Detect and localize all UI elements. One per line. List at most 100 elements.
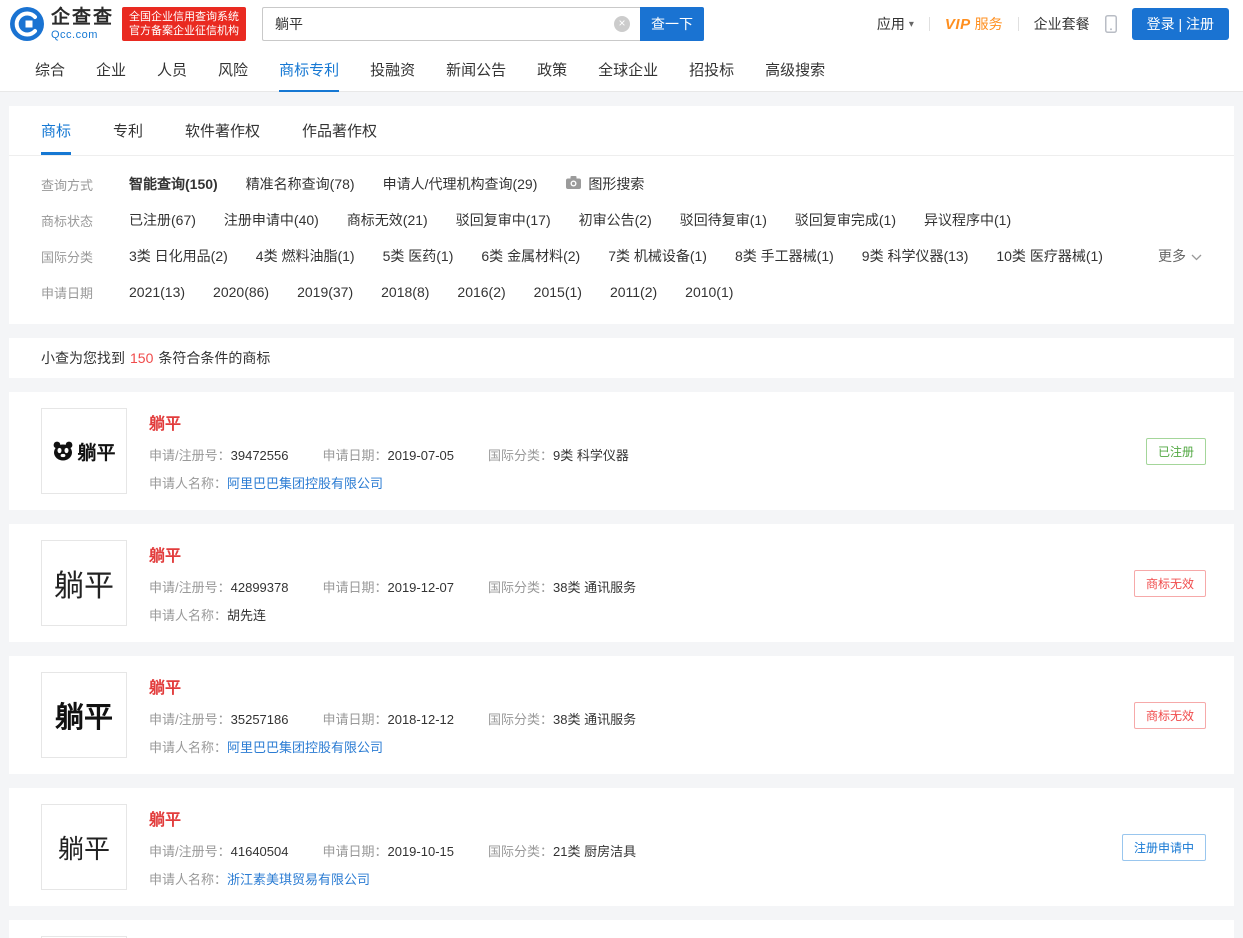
more-button[interactable]: 更多 xyxy=(1158,246,1202,266)
applicant-link[interactable]: 阿里巴巴集团控股有限公司 xyxy=(227,476,383,491)
clear-icon[interactable]: × xyxy=(614,16,631,32)
qcc-logo[interactable]: 企查查 Qcc.com xyxy=(10,7,114,41)
filter-option-class-3[interactable]: 3类 日化用品(2) xyxy=(129,246,228,266)
enterprise-package[interactable]: 企业套餐 xyxy=(1034,14,1090,34)
trademark-result-item: 躺平 躺平 申请/注册号：44218557 申请日期：2020-02-25 国际… xyxy=(9,920,1234,938)
nav-item-general[interactable]: 综合 xyxy=(35,48,65,92)
filter-option-class-6[interactable]: 6类 金属材料(2) xyxy=(481,246,580,266)
nav-item-investment[interactable]: 投融资 xyxy=(370,48,415,92)
filter-row-query-method: 查询方式 智能查询(150) 精准名称查询(78) 申请人/代理机构查询(29)… xyxy=(41,166,1202,202)
vip-label: 服务 xyxy=(974,16,1003,32)
filter-option-class-10[interactable]: 10类 医疗器械(1) xyxy=(996,246,1103,266)
filter-option-year-2018[interactable]: 2018(8) xyxy=(381,284,429,300)
applicant-field: 申请人名称：阿里巴巴集团控股有限公司 xyxy=(149,740,384,755)
filter-label: 国际分类 xyxy=(41,249,94,265)
filter-option-class-5[interactable]: 5类 医药(1) xyxy=(383,246,454,266)
mobile-phone-icon[interactable] xyxy=(1104,15,1117,33)
trademark-name[interactable]: 躺平 xyxy=(149,674,1118,698)
result-content: 躺平 申请/注册号：35257186 申请日期：2018-12-12 国际分类：… xyxy=(149,674,1118,756)
subtab-patent[interactable]: 专利 xyxy=(113,106,143,155)
filter-option-year-2019[interactable]: 2019(37) xyxy=(297,284,353,300)
trademark-name[interactable]: 躺平 xyxy=(149,806,1106,830)
summary-suffix: 条符合条件的商标 xyxy=(158,350,271,366)
filter-option-year-2020[interactable]: 2020(86) xyxy=(213,284,269,300)
filter-option-year-2016[interactable]: 2016(2) xyxy=(457,284,505,300)
intl-class-field: 国际分类：38类 通讯服务 xyxy=(487,580,637,595)
filter-label: 查询方式 xyxy=(41,177,94,193)
trademark-image[interactable]: 躺平 xyxy=(41,804,127,890)
divider xyxy=(1017,17,1019,31)
filter-option-exact-name[interactable]: 精准名称查询(78) xyxy=(246,174,355,194)
apply-date-field: 申请日期：2019-12-07 xyxy=(322,580,454,595)
applicant-field: 申请人名称：浙江素美琪贸易有限公司 xyxy=(149,872,371,887)
nav-item-global-company[interactable]: 全球企业 xyxy=(598,48,658,92)
filter-row-trademark-status: 商标状态 已注册(67) 注册申请中(40) 商标无效(21) 驳回复审中(17… xyxy=(41,202,1202,238)
nav-item-policy[interactable]: 政策 xyxy=(537,48,567,92)
summary-prefix: 小查为您找到 xyxy=(41,350,125,366)
applicant-field: 申请人名称：胡先连 xyxy=(149,608,267,623)
trademark-result-item: 躺平 躺平 申请/注册号：41640504 申请日期：2019-10-15 国际… xyxy=(9,788,1234,906)
subtab-trademark[interactable]: 商标 xyxy=(41,106,71,155)
reg-no-field: 申请/注册号：39472556 xyxy=(149,448,289,463)
applicant-field: 申请人名称：阿里巴巴集团控股有限公司 xyxy=(149,476,384,491)
trademark-result-item: 躺平 躺平 申请/注册号：35257186 申请日期：2018-12-12 国际… xyxy=(9,656,1234,774)
login-register-button[interactable]: 登录 | 注册 xyxy=(1131,8,1229,40)
nav-item-news[interactable]: 新闻公告 xyxy=(446,48,506,92)
filter-option-class-9[interactable]: 9类 科学仪器(13) xyxy=(862,246,969,266)
image-search-label: 图形搜索 xyxy=(588,176,645,192)
trademark-name[interactable]: 躺平 xyxy=(149,410,1130,434)
subtab-works-copyright[interactable]: 作品著作权 xyxy=(302,106,377,155)
logo-domain: Qcc.com xyxy=(51,28,98,41)
apps-menu[interactable]: 应用 ▾ xyxy=(877,14,914,34)
filter-option-year-2015[interactable]: 2015(1) xyxy=(534,284,582,300)
trademark-image[interactable]: 躺平 xyxy=(41,408,127,494)
intl-class-field: 国际分类：9类 科学仪器 xyxy=(487,448,629,463)
filter-option-class-4[interactable]: 4类 燃料油脂(1) xyxy=(256,246,355,266)
filter-option-smart-query[interactable]: 智能查询(150) xyxy=(129,174,218,194)
filter-option-year-2010[interactable]: 2010(1) xyxy=(685,284,733,300)
result-summary: 小查为您找到 150 条符合条件的商标 xyxy=(9,338,1234,378)
filter-option-applying[interactable]: 注册申请中(40) xyxy=(224,210,319,230)
filter-option-preliminary-notice[interactable]: 初审公告(2) xyxy=(579,210,652,230)
divider xyxy=(928,17,930,31)
filter-option-class-8[interactable]: 8类 手工器械(1) xyxy=(735,246,834,266)
nav-item-people[interactable]: 人员 xyxy=(157,48,187,92)
filter-option-year-2011[interactable]: 2011(2) xyxy=(610,284,657,300)
filter-option-review-complete[interactable]: 驳回复审完成(1) xyxy=(795,210,896,230)
applicant-link[interactable]: 浙江素美琪贸易有限公司 xyxy=(227,872,370,887)
filter-option-pending-review[interactable]: 驳回待复审(1) xyxy=(680,210,767,230)
filter-option-rejection-review[interactable]: 驳回复审中(17) xyxy=(456,210,551,230)
search-input[interactable] xyxy=(262,7,641,41)
filter-option-applicant-agency[interactable]: 申请人/代理机构查询(29) xyxy=(383,174,538,194)
trademark-image-text: 躺平 xyxy=(57,834,110,865)
trademark-image[interactable]: 躺平 xyxy=(41,672,127,758)
header-right-menu: 应用 ▾ VIP 服务 企业套餐 登录 | 注册 xyxy=(877,8,1233,40)
subtab-software-copyright[interactable]: 软件著作权 xyxy=(185,106,260,155)
nav-item-company[interactable]: 企业 xyxy=(96,48,126,92)
nav-item-bidding[interactable]: 招投标 xyxy=(689,48,734,92)
search-button[interactable]: 查一下 xyxy=(640,7,705,41)
apply-date-field: 申请日期：2018-12-12 xyxy=(322,712,454,727)
filter-option-registered[interactable]: 已注册(67) xyxy=(129,210,196,230)
filter-option-objection[interactable]: 异议程序中(1) xyxy=(924,210,1011,230)
nav-item-risk[interactable]: 风险 xyxy=(218,48,248,92)
chevron-down-icon xyxy=(1191,248,1202,264)
nav-item-trademark-patent[interactable]: 商标专利 xyxy=(279,48,340,92)
filter-option-class-7[interactable]: 7类 机械设备(1) xyxy=(608,246,707,266)
filter-label: 申请日期 xyxy=(41,285,94,301)
vip-icon: VIP xyxy=(944,15,971,33)
image-search-option[interactable]: 图形搜索 xyxy=(565,174,644,194)
trademark-name[interactable]: 躺平 xyxy=(149,542,1118,566)
reg-no-field: 申请/注册号：42899378 xyxy=(149,580,289,595)
filter-option-year-2021[interactable]: 2021(13) xyxy=(129,284,185,300)
applicant-link[interactable]: 阿里巴巴集团控股有限公司 xyxy=(227,740,383,755)
status-badge: 商标无效 xyxy=(1133,569,1206,597)
nav-item-advanced-search[interactable]: 高级搜索 xyxy=(765,48,825,92)
vip-services[interactable]: VIP 服务 xyxy=(945,14,1003,34)
reg-no-field: 申请/注册号：35257186 xyxy=(149,712,289,727)
filter-row-intl-class: 国际分类 3类 日化用品(2) 4类 燃料油脂(1) 5类 医药(1) 6类 金… xyxy=(41,238,1202,274)
trademark-image[interactable]: 躺平 xyxy=(41,540,127,626)
applicant-name: 胡先连 xyxy=(227,608,267,623)
intl-class-field: 国际分类：38类 通讯服务 xyxy=(487,712,637,727)
filter-option-invalid[interactable]: 商标无效(21) xyxy=(347,210,428,230)
